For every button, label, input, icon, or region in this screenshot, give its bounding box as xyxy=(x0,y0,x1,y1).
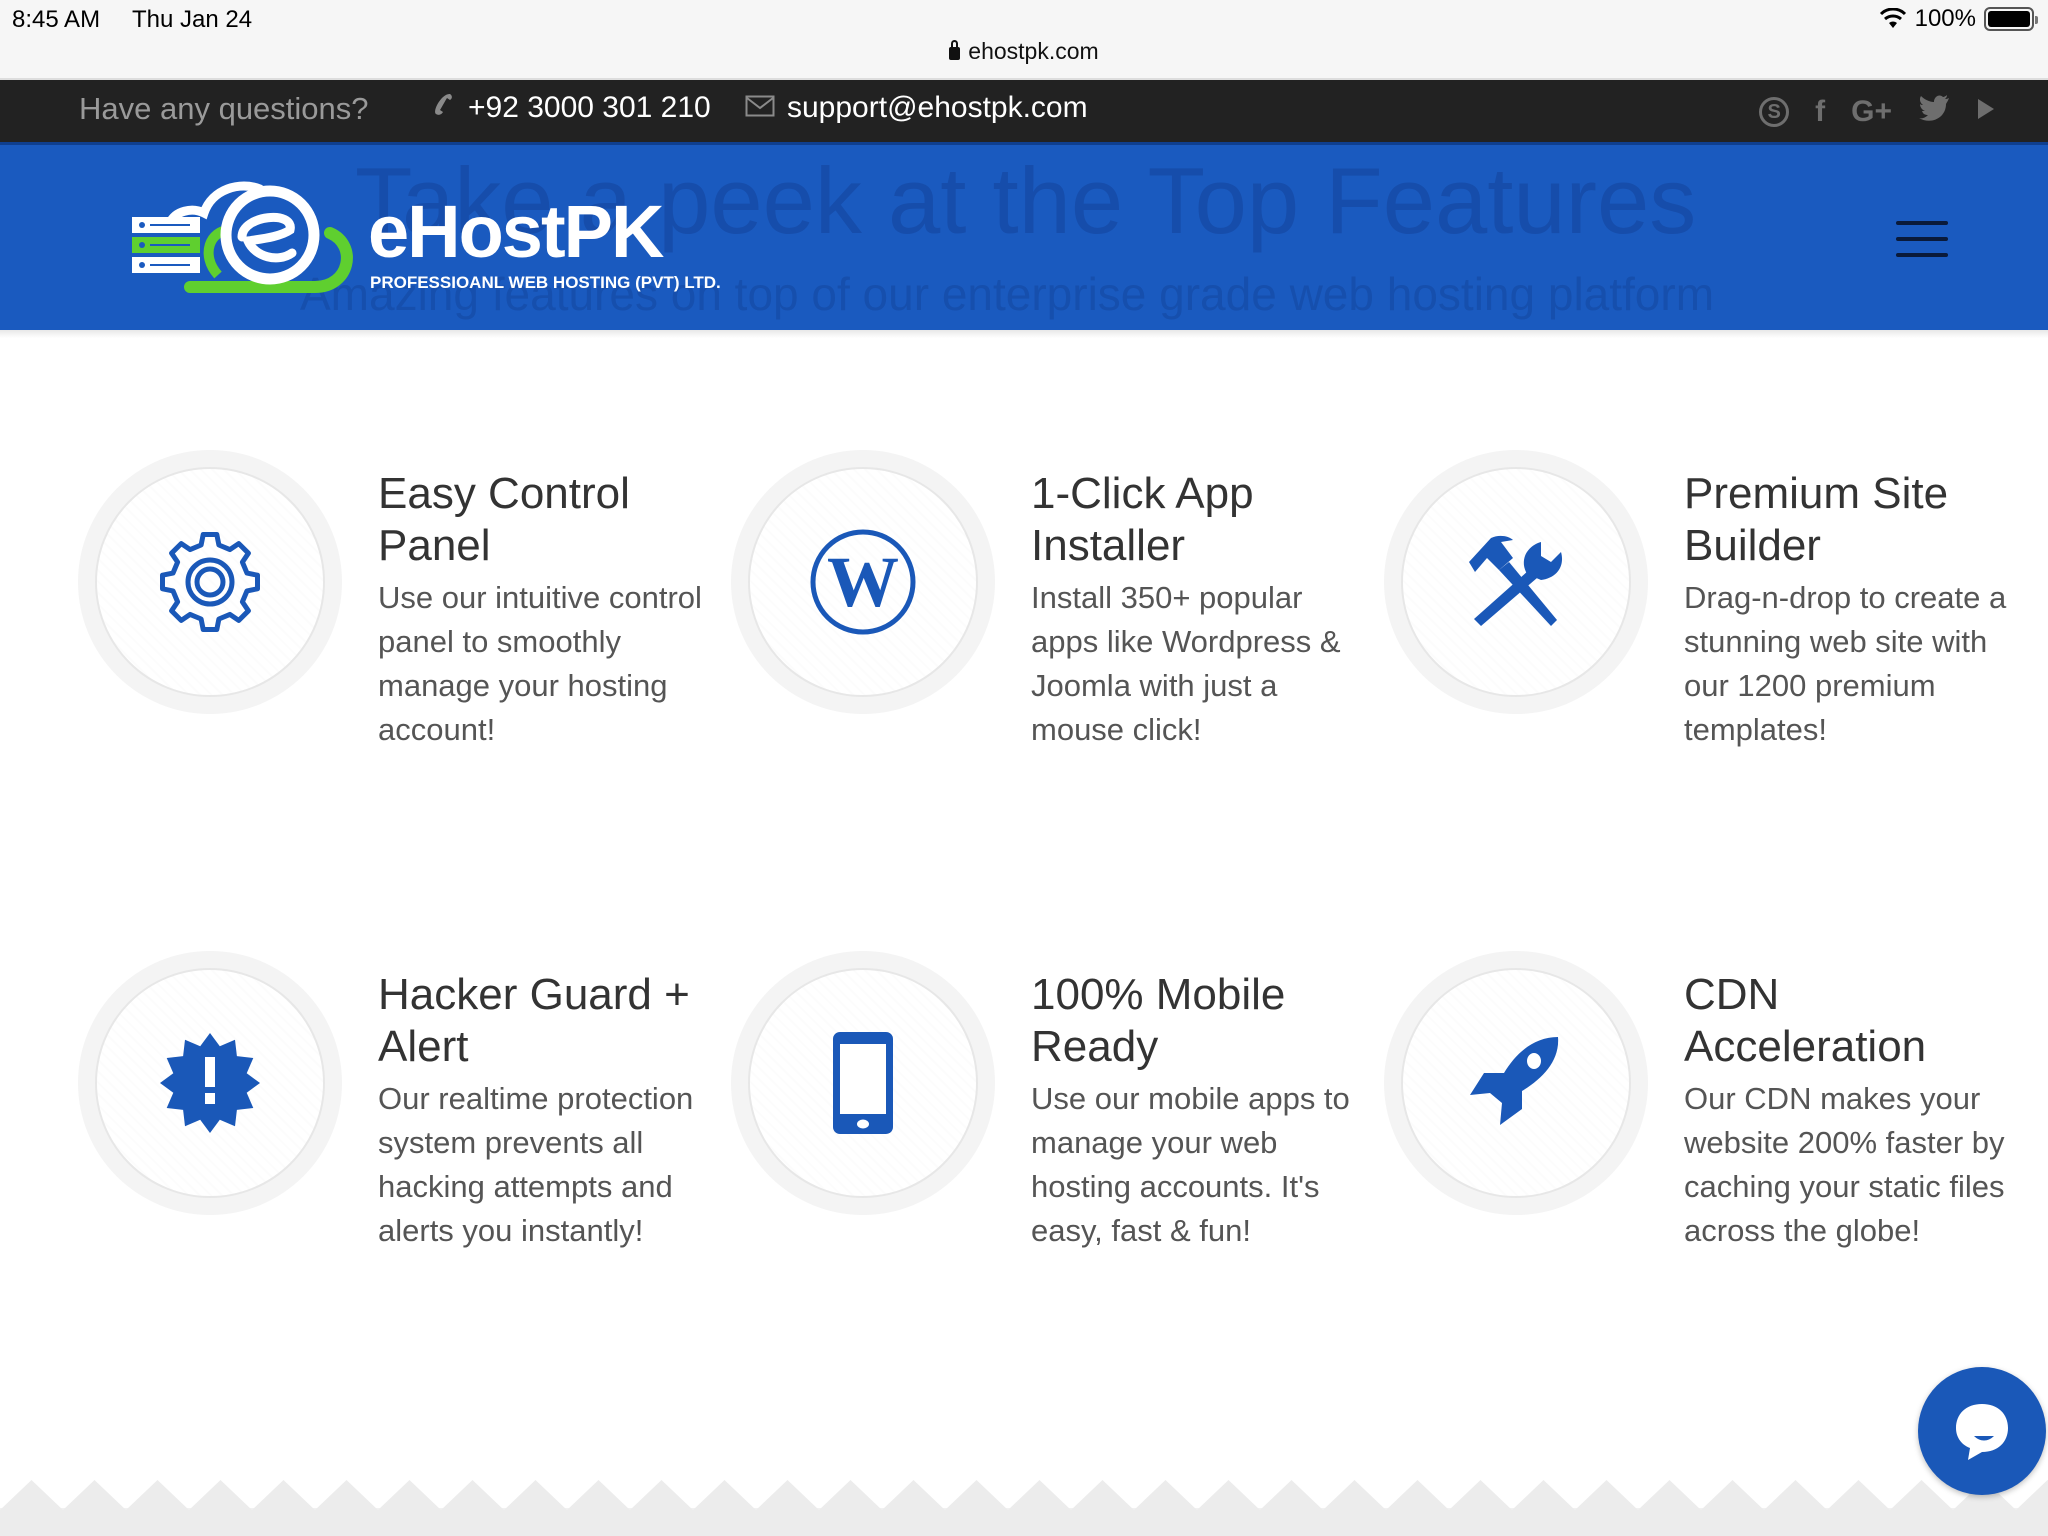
feature-card: Easy Control Panel Use our intuitive con… xyxy=(78,450,718,930)
feature-icon-circle xyxy=(95,968,325,1198)
email-address: support@ehostpk.com xyxy=(787,91,1088,124)
contact-bar: Have any questions? +92 3000 301 210 sup… xyxy=(0,78,2048,142)
menu-toggle-button[interactable] xyxy=(1896,221,1948,261)
lock-icon xyxy=(949,40,961,60)
feature-description: Our CDN makes your website 200% faster b… xyxy=(1684,1081,2005,1248)
ios-status-bar: 8:45 AM Thu Jan 24 100% ehostpk.com xyxy=(0,0,2048,78)
twitter-icon[interactable] xyxy=(1918,94,1950,130)
feature-icon-ring xyxy=(78,450,342,714)
feature-card: Premium Site Builder Drag-n-drop to crea… xyxy=(1384,450,2024,930)
battery-percent: 100% xyxy=(1914,5,1976,32)
feature-description: Install 350+ popular apps like Wordpress… xyxy=(1031,580,1341,747)
feature-title: Easy Control Panel xyxy=(378,469,630,570)
address-bar[interactable]: ehostpk.com xyxy=(0,38,2048,65)
feature-description: Drag-n-drop to create a stunning web sit… xyxy=(1684,580,2007,747)
feature-card: W 1-Click App Installer Install 350+ pop… xyxy=(731,450,1371,930)
feature-description: Our realtime protection system prevents … xyxy=(378,1081,694,1248)
email-link[interactable]: support@ehostpk.com xyxy=(745,91,1088,125)
feature-icon-ring xyxy=(731,951,995,1215)
chat-bubble-icon xyxy=(1956,1404,2008,1460)
feature-icon-circle xyxy=(748,968,978,1198)
mobile-phone-icon xyxy=(833,1032,893,1134)
feature-description: Use our intuitive control panel to smoot… xyxy=(378,580,702,747)
feature-title: Premium Site Builder xyxy=(1684,469,1949,570)
feature-icon-circle xyxy=(1401,467,1631,697)
skype-icon[interactable]: S xyxy=(1759,97,1790,127)
live-chat-button[interactable] xyxy=(1918,1367,2046,1495)
feature-title: Hacker Guard + Alert xyxy=(378,970,690,1071)
status-date: Thu Jan 24 xyxy=(132,6,253,33)
site-header: Take a peek at the Top Features Amazing … xyxy=(0,142,2048,330)
hamburger-icon xyxy=(1896,221,1948,257)
feature-icon-circle: W xyxy=(748,467,978,697)
feature-card: Hacker Guard + Alert Our realtime protec… xyxy=(78,951,718,1431)
zigzag-divider xyxy=(0,1480,2048,1536)
feature-title: 1-Click App Installer xyxy=(1031,469,1254,570)
phone-link[interactable]: +92 3000 301 210 xyxy=(430,91,711,125)
facebook-icon[interactable]: f xyxy=(1815,95,1825,129)
feature-card: CDN Acceleration Our CDN makes your webs… xyxy=(1384,951,2024,1431)
url-text: ehostpk.com xyxy=(968,38,1099,64)
logo-wordmark: eHostPK xyxy=(368,190,664,273)
status-indicators: 100% xyxy=(1879,5,2038,33)
feature-title: 100% Mobile Ready xyxy=(1031,970,1286,1071)
logo-tagline: PROFESSIOANL WEB HOSTING (PVT) LTD. xyxy=(370,273,721,292)
phone-icon xyxy=(430,92,454,125)
google-plus-icon[interactable]: G+ xyxy=(1851,95,1892,129)
wordpress-icon: W xyxy=(810,529,916,635)
gear-icon xyxy=(160,532,260,632)
feature-icon-ring xyxy=(1384,951,1648,1215)
feature-icon-ring xyxy=(78,951,342,1215)
questions-label: Have any questions? xyxy=(79,91,369,126)
alert-badge-icon xyxy=(160,1033,260,1133)
feature-icon-ring: W xyxy=(731,450,995,714)
svg-text:W: W xyxy=(827,542,899,622)
battery-level xyxy=(1988,11,2030,27)
header-divider xyxy=(0,330,2048,338)
phone-number: +92 3000 301 210 xyxy=(468,91,711,124)
youtube-icon[interactable] xyxy=(1976,95,1996,129)
wifi-icon xyxy=(1879,8,1906,28)
feature-icon-circle xyxy=(95,467,325,697)
rocket-icon xyxy=(1470,1037,1559,1125)
feature-icon-ring xyxy=(1384,450,1648,714)
hammer-wrench-icon xyxy=(1469,535,1563,626)
cloud-server-logo-icon xyxy=(132,181,353,293)
status-time: 8:45 AM xyxy=(12,6,101,33)
site-logo[interactable]: eHostPK PROFESSIOANL WEB HOSTING (PVT) L… xyxy=(130,175,721,303)
feature-card: 100% Mobile Ready Use our mobile apps to… xyxy=(731,951,1371,1431)
social-links: S f G+ xyxy=(1759,94,1996,130)
envelope-icon xyxy=(745,93,775,124)
feature-description: Use our mobile apps to manage your web h… xyxy=(1031,1081,1350,1248)
battery-icon xyxy=(1984,7,2038,31)
feature-icon-circle xyxy=(1401,968,1631,1198)
feature-title: CDN Acceleration xyxy=(1684,970,1927,1071)
